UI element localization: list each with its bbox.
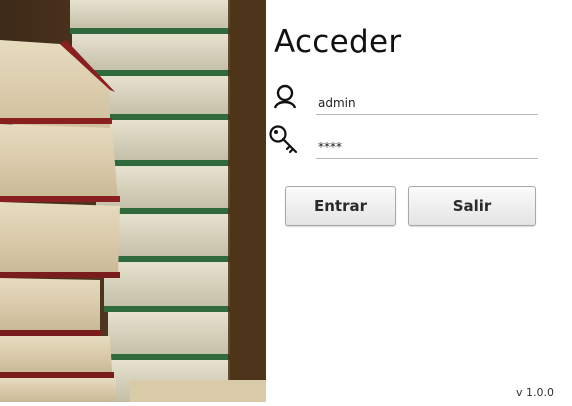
- login-panel: Acceder Entrar Salir v 1.0.0: [266, 0, 572, 406]
- books-photo: [0, 0, 266, 402]
- user-icon: [273, 84, 297, 114]
- enter-button[interactable]: Entrar: [285, 186, 396, 226]
- password-field[interactable]: [316, 136, 538, 159]
- page-title: Acceder: [274, 24, 402, 60]
- version-label: v 1.0.0: [516, 386, 554, 399]
- key-icon: [268, 124, 300, 160]
- exit-button[interactable]: Salir: [408, 186, 536, 226]
- username-field[interactable]: [316, 92, 538, 115]
- login-window: Acceder Entrar Salir v 1.0.0: [0, 0, 572, 406]
